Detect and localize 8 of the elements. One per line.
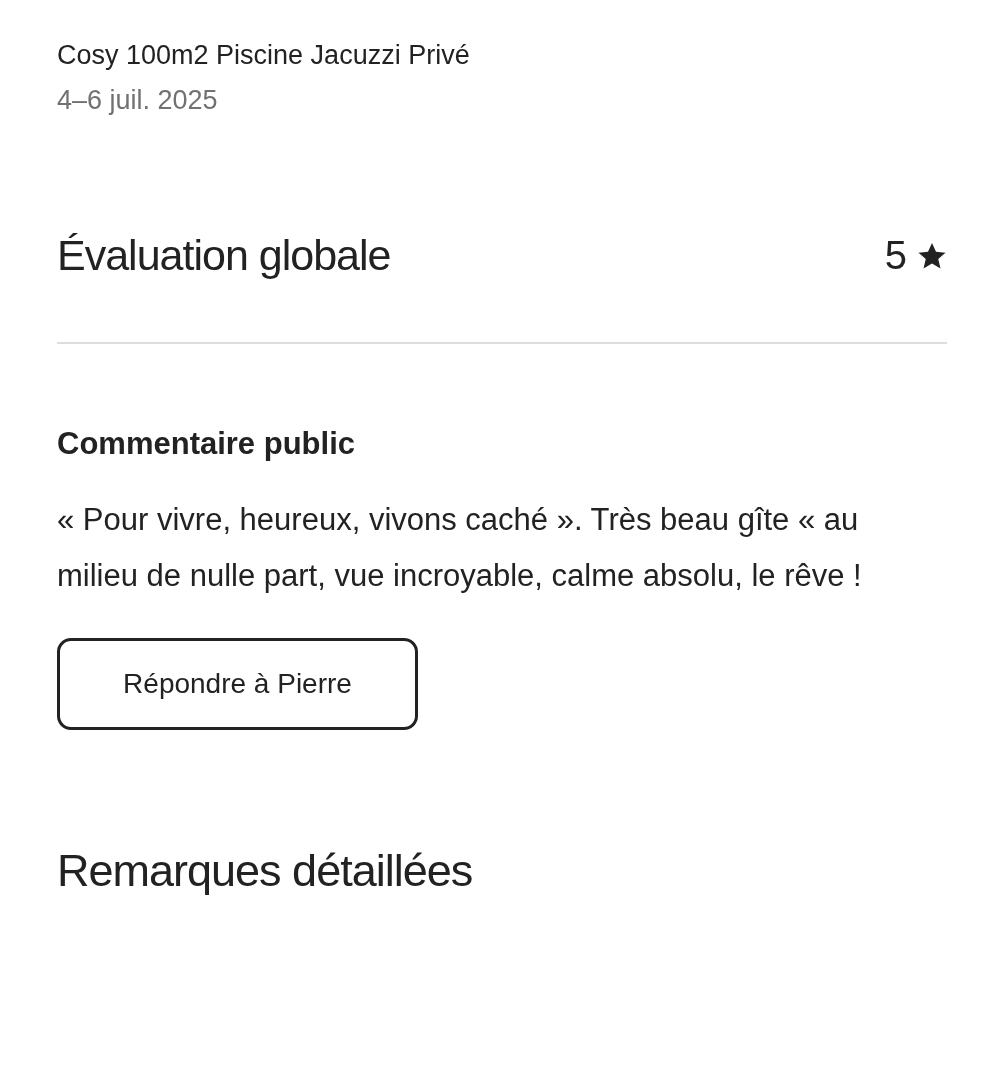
- rating-value: 5: [884, 233, 907, 278]
- stay-dates: 4–6 juil. 2025: [57, 85, 219, 116]
- section-title: Remarques détaillées: [57, 845, 474, 897]
- review-text: « Pour vivre, heureux, vivons caché ». Très beau gîte « au milieu de nulle part, vue incroyable, calme absolu, le rêve !: [57, 501, 863, 595]
- reply-button[interactable]: Répondre à Pierre: [57, 638, 418, 730]
- section-title: Évaluation globale: [57, 231, 391, 280]
- section-title: Commentaire public: [57, 426, 356, 462]
- listing-name: Cosy 100m2 Piscine Jacuzzi Privé: [57, 40, 471, 71]
